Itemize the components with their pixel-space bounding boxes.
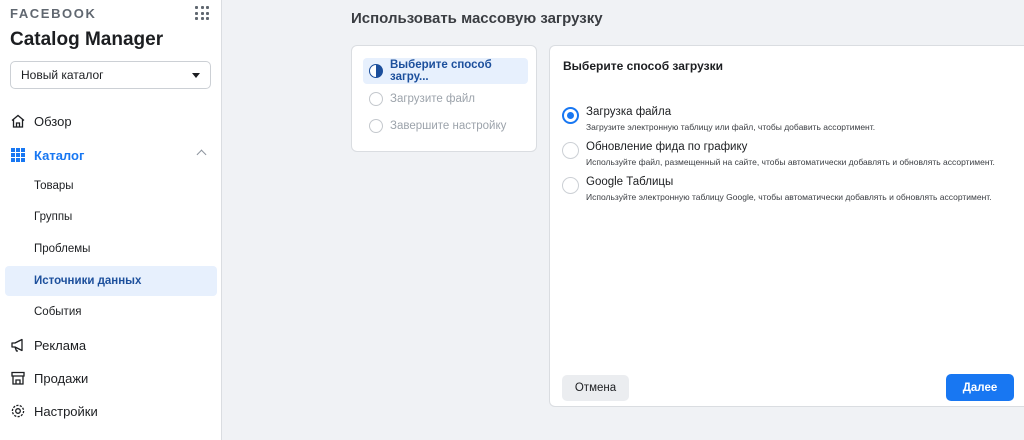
brand-logo: FACEBOOK	[10, 6, 97, 21]
step-label: Загрузите файл	[390, 93, 475, 105]
radio-google-sheets[interactable]	[562, 177, 579, 194]
nav-label-overview: Обзор	[34, 113, 72, 129]
nav-item-overview[interactable]: Обзор	[10, 107, 217, 135]
cancel-button[interactable]: Отмена	[562, 375, 629, 401]
chevron-up-icon[interactable]	[196, 149, 207, 160]
option-label: Обновление фида по графику	[586, 141, 748, 153]
app-title: Catalog Manager	[10, 29, 164, 50]
step-progress-half-icon	[369, 64, 383, 78]
sidebar-item-data-sources[interactable]: Источники данных	[5, 266, 217, 296]
step-empty-circle-icon	[369, 92, 383, 106]
option-file-upload[interactable]: Загрузка файла Загрузите электронную таб…	[562, 106, 1022, 138]
nav-label-ads: Реклама	[34, 337, 87, 353]
upload-method-card: Выберите способ загрузки Загрузка файла …	[549, 45, 1024, 407]
step-empty-circle-icon	[369, 119, 383, 133]
gear-icon	[10, 403, 26, 419]
step-finish-setup: Завершите настройку	[363, 113, 528, 139]
storefront-icon	[10, 370, 26, 386]
sidebar: FACEBOOK Catalog Manager Новый каталог О…	[0, 0, 222, 440]
option-description: Используйте файл, размещенный на сайте, …	[586, 157, 995, 167]
nav-item-settings[interactable]: Настройки	[10, 397, 217, 425]
catalog-select-value: Новый каталог	[21, 68, 104, 82]
card-title: Выберите способ загрузки	[563, 59, 723, 73]
sidebar-item-groups[interactable]: Группы	[5, 202, 217, 232]
option-scheduled-feed[interactable]: Обновление фида по графику Используйте ф…	[562, 141, 1022, 173]
grid-icon	[10, 147, 26, 163]
option-description: Загрузите электронную таблицу или файл, …	[586, 122, 876, 132]
step-label: Выберите способ загру...	[390, 59, 492, 83]
radio-file-upload[interactable]	[562, 107, 579, 124]
step-choose-method[interactable]: Выберите способ загру...	[363, 58, 528, 84]
nav-item-ads[interactable]: Реклама	[10, 331, 217, 359]
nav-item-catalog[interactable]: Каталог	[10, 141, 217, 169]
sidebar-item-events[interactable]: События	[5, 297, 217, 327]
nav-item-sales[interactable]: Продажи	[10, 364, 217, 392]
option-label: Загрузка файла	[586, 106, 672, 118]
sidebar-item-issues[interactable]: Проблемы	[5, 234, 217, 264]
home-icon	[10, 113, 26, 129]
nav-label-settings: Настройки	[34, 403, 98, 419]
step-upload-file: Загрузите файл	[363, 86, 528, 112]
apps-grid-icon[interactable]	[195, 6, 209, 20]
step-label: Завершите настройку	[390, 120, 507, 132]
next-button[interactable]: Далее	[946, 374, 1014, 401]
nav-label-catalog: Каталог	[34, 147, 85, 163]
sidebar-item-products[interactable]: Товары	[5, 171, 217, 201]
page-title: Использовать массовую загрузку	[351, 10, 603, 27]
catalog-select[interactable]: Новый каталог	[10, 61, 211, 89]
megaphone-icon	[10, 337, 26, 353]
steps-panel: Выберите способ загру... Загрузите файл …	[351, 45, 537, 152]
option-label: Google Таблицы	[586, 176, 674, 188]
nav-label-sales: Продажи	[34, 370, 89, 386]
radio-scheduled-feed[interactable]	[562, 142, 579, 159]
caret-down-icon	[192, 72, 200, 78]
option-description: Используйте электронную таблицу Google, …	[586, 192, 992, 202]
option-google-sheets[interactable]: Google Таблицы Используйте электронную т…	[562, 176, 1022, 208]
